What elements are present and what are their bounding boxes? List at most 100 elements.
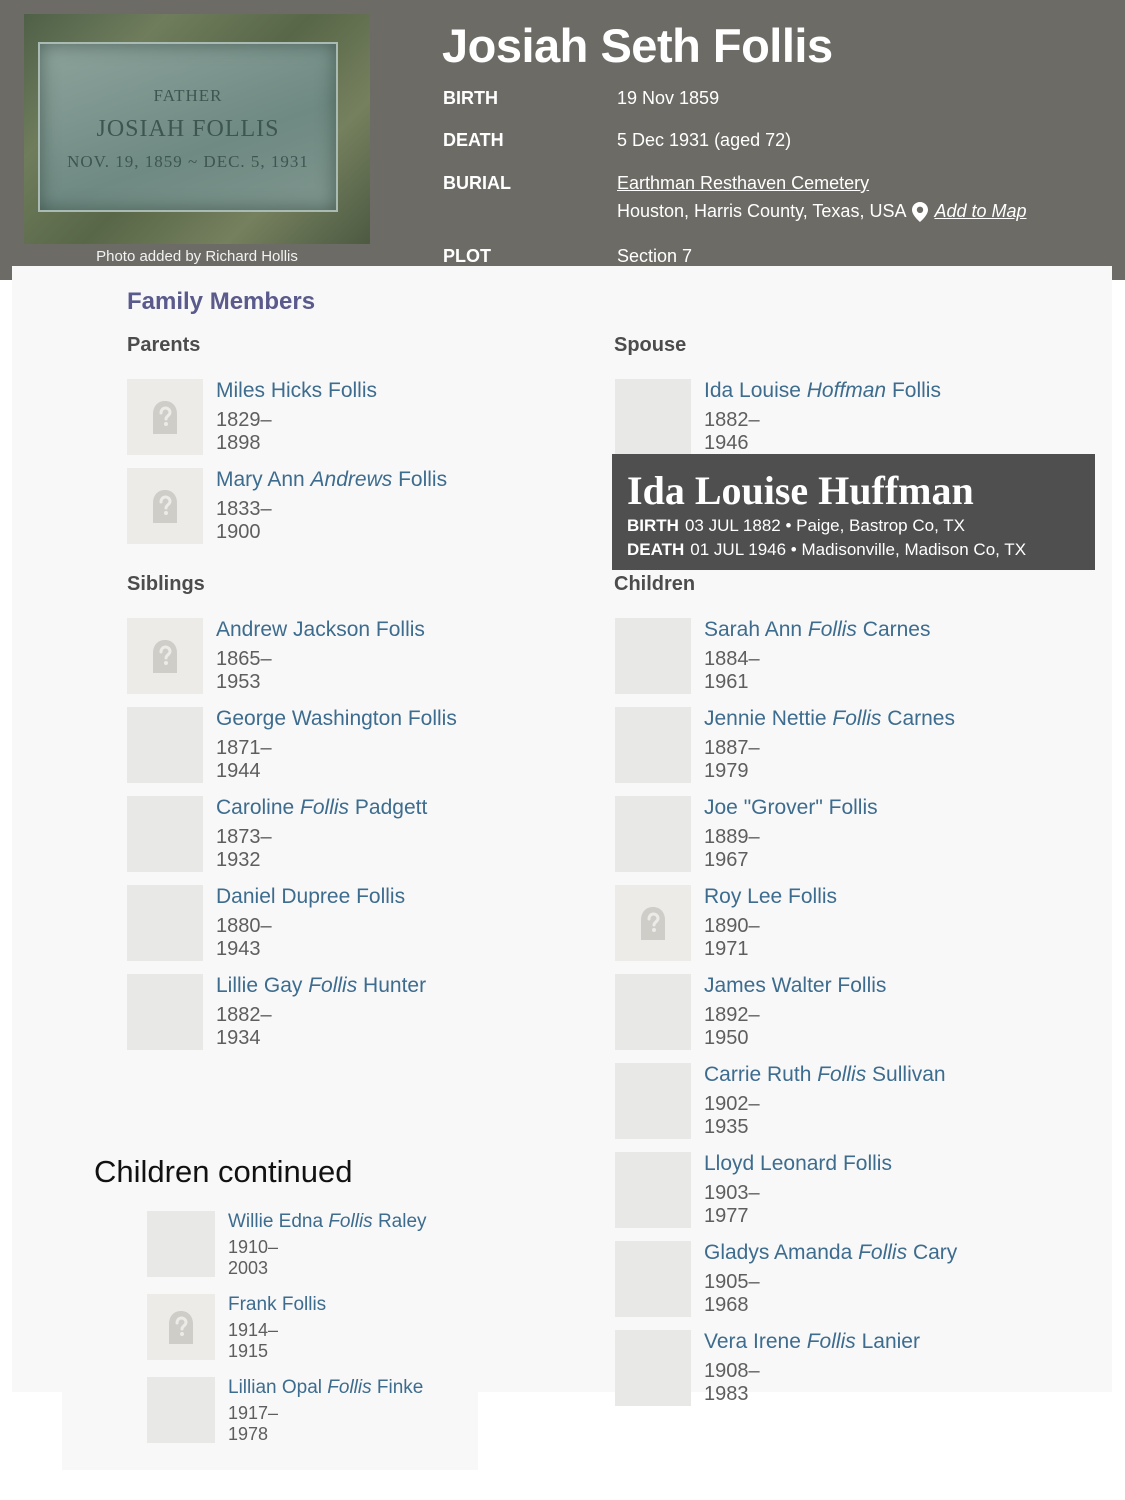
- maiden-name: Andrews: [310, 468, 393, 491]
- name-part: Gladys Amanda: [704, 1241, 859, 1264]
- name-part: Vera Irene: [704, 1330, 807, 1353]
- name-part: Carnes: [881, 707, 955, 730]
- member-dates: 1865–1953: [216, 648, 272, 693]
- name-part: Daniel Dupree Follis: [216, 885, 406, 908]
- add-to-map-link[interactable]: Add to Map: [934, 201, 1026, 222]
- maiden-name: Follis: [328, 1211, 373, 1232]
- family-members-title: Family Members: [127, 288, 316, 315]
- memorial-photo[interactable]: FATHER JOSIAH FOLLIS NOV. 19, 1859 ~ DEC…: [24, 14, 370, 244]
- member-dates: 1889–1967: [704, 826, 760, 871]
- birth-label: BIRTH: [443, 88, 498, 108]
- grave-photo-thumbnail[interactable]: [147, 1211, 215, 1277]
- member-name-link[interactable]: Vera Irene Follis Lanier: [704, 1330, 920, 1354]
- member-name-link[interactable]: James Walter Follis: [704, 974, 886, 998]
- member-dates: 1917–1978: [228, 1403, 279, 1444]
- member-name-link[interactable]: Caroline Follis Padgett: [216, 796, 427, 820]
- name-part: Jennie Nettie: [704, 707, 833, 730]
- photo-credit[interactable]: Photo added by Richard Hollis: [24, 248, 370, 265]
- member-dates: 1829–1898: [216, 409, 272, 454]
- name-part: Lillie Gay: [216, 974, 309, 997]
- maiden-name: Follis: [858, 1241, 908, 1264]
- grave-photo-thumbnail[interactable]: [615, 1152, 691, 1228]
- grave-photo-thumbnail[interactable]: [615, 1241, 691, 1317]
- member-dates: 1882–1934: [216, 1004, 272, 1049]
- grave-photo-thumbnail[interactable]: [615, 796, 691, 872]
- headstone-question-icon: [615, 885, 691, 961]
- headstone-question-icon: [127, 379, 203, 455]
- grave-photo-thumbnail[interactable]: [147, 1377, 215, 1443]
- children-heading: Children: [614, 573, 696, 595]
- name-part: Carrie Ruth: [704, 1063, 818, 1086]
- burial-label: BURIAL: [443, 173, 511, 193]
- member-name-link[interactable]: Frank Follis: [228, 1294, 326, 1316]
- death-value: 5 Dec 1931 (aged 72): [617, 130, 792, 150]
- member-name-link[interactable]: Roy Lee Follis: [704, 885, 837, 909]
- tooltip-death-row: DEATH 01 JUL 1946 • Madisonville, Madison…: [627, 538, 1080, 562]
- member-dates: 1914–1915: [228, 1320, 279, 1361]
- grave-photo-thumbnail[interactable]: [127, 974, 203, 1050]
- name-part: Andrew Jackson Follis: [216, 618, 425, 641]
- member-name-link[interactable]: Lloyd Leonard Follis: [704, 1152, 892, 1176]
- headstone-question-icon: [147, 1294, 215, 1360]
- maiden-name: Follis: [832, 707, 882, 730]
- name-part: Lanier: [855, 1330, 920, 1353]
- tooltip-birth-label: BIRTH: [627, 516, 679, 535]
- tooltip-name: Ida Louise Huffman: [627, 468, 974, 513]
- member-name-link[interactable]: Carrie Ruth Follis Sullivan: [704, 1063, 946, 1087]
- name-part: Frank Follis: [228, 1294, 327, 1315]
- member-dates: 1890–1971: [704, 915, 760, 960]
- birth-value: 19 Nov 1859: [617, 88, 720, 108]
- member-name-link[interactable]: Ida Louise Hoffman Follis: [704, 379, 941, 403]
- member-name-link[interactable]: Andrew Jackson Follis: [216, 618, 425, 642]
- member-name-link[interactable]: Mary Ann Andrews Follis: [216, 468, 447, 492]
- siblings-heading: Siblings: [127, 573, 205, 595]
- name-part: Carnes: [856, 618, 931, 641]
- no-photo-placeholder-icon[interactable]: [127, 379, 203, 455]
- member-name-link[interactable]: Lillie Gay Follis Hunter: [216, 974, 426, 998]
- no-photo-placeholder-icon[interactable]: [127, 468, 203, 544]
- no-photo-placeholder-icon[interactable]: [147, 1294, 215, 1360]
- name-part: Mary Ann: [216, 468, 311, 491]
- member-dates: 1873–1932: [216, 826, 272, 871]
- member-dates: 1902–1935: [704, 1093, 760, 1138]
- name-part: George Washington Follis: [216, 707, 457, 730]
- plot-label: PLOT: [443, 246, 491, 266]
- name-part: Roy Lee Follis: [704, 885, 838, 908]
- member-name-link[interactable]: Daniel Dupree Follis: [216, 885, 405, 909]
- member-name-link[interactable]: Joe "Grover" Follis: [704, 796, 878, 820]
- member-name-link[interactable]: Gladys Amanda Follis Cary: [704, 1241, 957, 1265]
- grave-photo-thumbnail[interactable]: [127, 796, 203, 872]
- member-dates: 1887–1979: [704, 737, 760, 782]
- member-name-link[interactable]: Miles Hicks Follis: [216, 379, 377, 403]
- spouse-info-tooltip: Ida Louise Huffman BIRTH 03 JUL 1882 • Pa…: [612, 454, 1095, 570]
- memorial-header: FATHER JOSIAH FOLLIS NOV. 19, 1859 ~ DEC…: [0, 0, 1125, 280]
- no-photo-placeholder-icon[interactable]: [615, 885, 691, 961]
- member-name-link[interactable]: George Washington Follis: [216, 707, 457, 731]
- parents-heading: Parents: [127, 334, 201, 356]
- name-part: Padgett: [349, 796, 428, 819]
- member-name-link[interactable]: Lillian Opal Follis Finke: [228, 1377, 423, 1399]
- burial-place-row: Houston, Harris County, Texas, USA Add t…: [617, 201, 1027, 222]
- death-label: DEATH: [443, 130, 504, 150]
- grave-photo-thumbnail[interactable]: [615, 1330, 691, 1406]
- burial-cemetery-link[interactable]: Earthman Resthaven Cemetery: [617, 173, 869, 194]
- no-photo-placeholder-icon[interactable]: [127, 618, 203, 694]
- grave-photo-thumbnail[interactable]: [615, 974, 691, 1050]
- name-part: Hunter: [357, 974, 427, 997]
- grave-photo-thumbnail[interactable]: [615, 618, 691, 694]
- tooltip-death-value: 01 JUL 1946 • Madisonville, Madison Co, …: [690, 540, 1027, 559]
- grave-photo-thumbnail[interactable]: [615, 379, 691, 455]
- member-dates: 1892–1950: [704, 1004, 760, 1049]
- member-name-link[interactable]: Sarah Ann Follis Carnes: [704, 618, 930, 642]
- grave-photo-thumbnail[interactable]: [615, 1063, 691, 1139]
- grave-photo-thumbnail[interactable]: [615, 707, 691, 783]
- name-part: Lloyd Leonard Follis: [704, 1152, 892, 1175]
- headstone-question-icon: [127, 618, 203, 694]
- grave-photo-thumbnail[interactable]: [127, 885, 203, 961]
- member-name-link[interactable]: Jennie Nettie Follis Carnes: [704, 707, 955, 731]
- page-title: Josiah Seth Follis: [442, 19, 833, 72]
- grave-photo-thumbnail[interactable]: [127, 707, 203, 783]
- member-dates: 1882–1946: [704, 409, 760, 454]
- maiden-name: Follis: [327, 1377, 372, 1398]
- member-name-link[interactable]: Willie Edna Follis Raley: [228, 1211, 427, 1233]
